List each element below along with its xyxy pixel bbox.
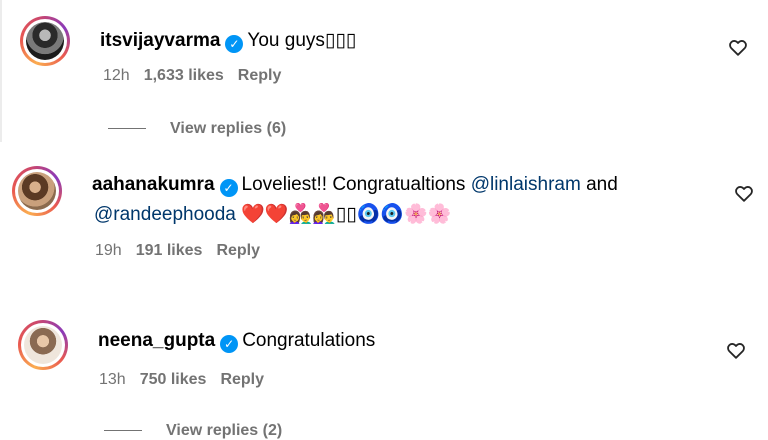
avatar-photo — [26, 22, 64, 60]
heart-outline-icon[interactable] — [733, 182, 755, 204]
mention-link[interactable]: @randeephooda — [94, 204, 236, 225]
reply-button[interactable]: Reply — [220, 371, 264, 388]
view-replies-label: View replies (2) — [166, 422, 283, 439]
avatar[interactable] — [18, 320, 68, 370]
comment-time[interactable]: 13h — [99, 371, 126, 388]
avatar-photo — [24, 326, 62, 364]
comment-aahanakumra: aahanakumra ✓ Loveliest!! Congratualtions … — [0, 150, 768, 290]
comment-time[interactable]: 19h — [95, 242, 122, 259]
verified-badge-icon: ✓ — [219, 179, 238, 197]
comment-time[interactable]: 12h — [103, 67, 130, 84]
verified-badge-icon: ✓ — [220, 335, 239, 353]
reply-button[interactable]: Reply — [238, 67, 282, 84]
emoji-string: ❤️❤️👩‍❤️‍👨👩‍❤️‍👨▯▯🧿🧿🌸🌸 — [241, 203, 452, 225]
comment-username[interactable]: itsvijayvarma — [100, 30, 220, 51]
comment-text-continued: and — [580, 174, 618, 195]
comment-likes[interactable]: 750 likes — [140, 371, 207, 388]
avatar[interactable] — [20, 16, 70, 66]
comment-username[interactable]: aahanakumra — [92, 174, 215, 195]
comment-likes[interactable]: 191 likes — [136, 242, 203, 259]
reply-button[interactable]: Reply — [216, 242, 260, 259]
heart-outline-icon[interactable] — [727, 36, 749, 58]
comment-text: Loveliest!! Congratualtions — [241, 174, 471, 195]
view-replies-button[interactable]: View replies (2) — [104, 422, 282, 440]
comment-likes[interactable]: 1,633 likes — [144, 67, 224, 84]
heart-outline-icon[interactable] — [725, 339, 747, 361]
comment-text: You guys▯▯▯ — [247, 30, 357, 51]
verified-badge-icon: ✓ — [225, 35, 244, 53]
avatar-photo — [18, 172, 56, 210]
avatar[interactable] — [12, 166, 62, 216]
comment-itsvijayvarma: itsvijayvarma ✓ You guys▯▯▯ 12h 1,633 likes… — [0, 0, 768, 150]
comment-text: Congratulations — [242, 330, 376, 351]
view-replies-label: View replies (6) — [170, 120, 287, 137]
mention-link[interactable]: @linlaishram — [471, 174, 581, 195]
view-replies-line — [108, 128, 146, 130]
comment-neena_gupta: neena_gupta ✓ Congratulations 13h 750 likes… — [0, 290, 768, 439]
view-replies-button[interactable]: View replies (6) — [108, 120, 286, 138]
view-replies-line — [104, 430, 142, 432]
comment-username[interactable]: neena_gupta — [98, 330, 215, 351]
